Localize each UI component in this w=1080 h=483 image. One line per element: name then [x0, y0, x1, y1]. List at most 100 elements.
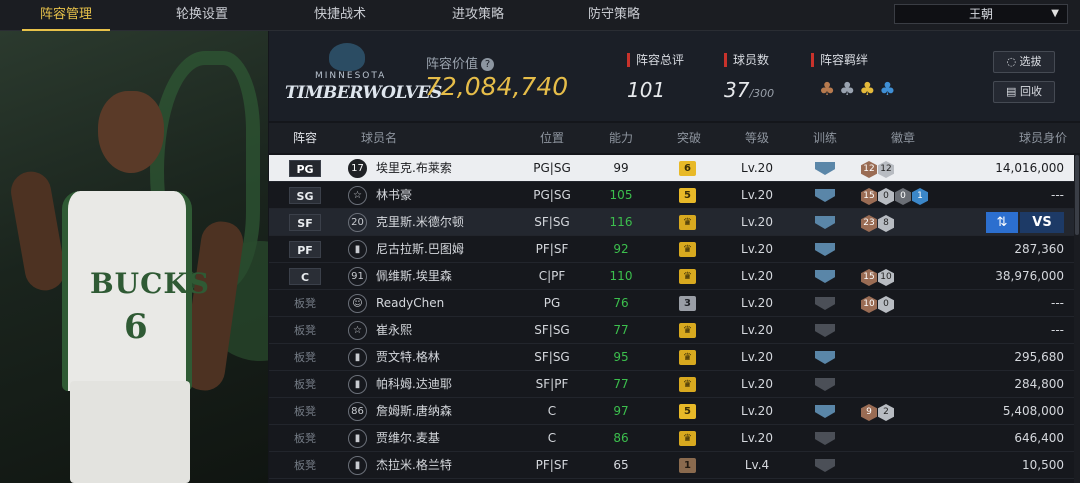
- lineup-slot[interactable]: 板凳: [289, 322, 321, 339]
- player-number-icon: ☆: [348, 186, 367, 205]
- lineup-slot[interactable]: 板凳: [289, 295, 321, 312]
- swap-button[interactable]: ⇅: [986, 212, 1018, 233]
- lineup-slot[interactable]: 板凳: [289, 457, 321, 474]
- player-number-icon: ☺: [348, 294, 367, 313]
- player-name[interactable]: 尼古拉斯.巴图姆: [376, 236, 464, 263]
- lineup-slot[interactable]: SF: [289, 214, 321, 231]
- player-name[interactable]: 贾维尔.麦基: [376, 425, 440, 452]
- player-name[interactable]: 克里斯.米德尔顿: [376, 209, 464, 236]
- player-name[interactable]: 贾文特.格林: [376, 344, 440, 371]
- training-icon[interactable]: [815, 351, 835, 364]
- col-lineup[interactable]: 阵容: [283, 123, 327, 153]
- lineup-slot[interactable]: 板凳: [289, 376, 321, 393]
- lineup-slot[interactable]: PG: [289, 160, 321, 177]
- scrollbar-thumb[interactable]: [1075, 155, 1079, 235]
- player-number-icon: ☆: [348, 321, 367, 340]
- table-row[interactable]: 板凳 ☆ 崔永熙 SF|SG 77 ♛ Lv.20 ---: [269, 317, 1080, 344]
- badge-list[interactable]: 23 8: [861, 214, 895, 232]
- select-button[interactable]: ◌ 选拔: [993, 51, 1055, 73]
- training-icon[interactable]: [815, 189, 835, 202]
- player-ability: 95: [613, 350, 629, 364]
- tab-defense[interactable]: 防守策略: [570, 0, 658, 31]
- training-icon[interactable]: [815, 243, 835, 256]
- table-row[interactable]: 板凳 ▮ 杰拉米.格兰特 PF|SF 65 1 Lv.4 10,500: [269, 452, 1080, 479]
- recycle-button-label: 回收: [1019, 85, 1042, 98]
- badge-list[interactable]: 10 0: [861, 295, 895, 313]
- lineup-slot[interactable]: PF: [289, 241, 321, 258]
- training-icon[interactable]: [815, 378, 835, 391]
- player-name[interactable]: 林书豪: [376, 182, 412, 209]
- training-icon[interactable]: [815, 297, 835, 310]
- badge-list[interactable]: 92: [861, 403, 895, 421]
- lineup-slot[interactable]: 板凳: [289, 430, 321, 447]
- table-row[interactable]: 板凳 ▮ 贾文特.格林 SF|SG 95 ♛ Lv.20 295,680: [269, 344, 1080, 371]
- lineup-slot[interactable]: SG: [289, 187, 321, 204]
- tab-offense[interactable]: 进攻策略: [434, 0, 522, 31]
- table-row[interactable]: 板凳 ▮ 贾维尔.麦基 C 86 ♛ Lv.20 646,400: [269, 425, 1080, 452]
- bond-blue-icon[interactable]: ♣: [879, 79, 895, 100]
- scrollbar[interactable]: [1074, 155, 1080, 483]
- recycle-button[interactable]: ▤ 回收: [993, 81, 1055, 103]
- table-row[interactable]: PF ▮ 尼古拉斯.巴图姆 PF|SF 92 ♛ Lv.20 287,360: [269, 236, 1080, 263]
- player-head: [98, 91, 164, 173]
- training-icon[interactable]: [815, 432, 835, 445]
- player-shorts: [70, 381, 190, 483]
- col-worth[interactable]: 球员身价: [987, 123, 1067, 153]
- vs-button[interactable]: VS: [1020, 212, 1064, 233]
- col-name[interactable]: 球员名: [349, 123, 409, 153]
- col-level[interactable]: 等级: [735, 123, 779, 153]
- breakthrough-badge: ♛: [679, 269, 696, 284]
- table-row[interactable]: SF 20 克里斯.米德尔顿 SF|SG 116 ♛ Lv.20 23 8 ⇅ VS: [269, 209, 1080, 236]
- training-icon[interactable]: [815, 324, 835, 337]
- badge-icon: 0: [878, 296, 894, 313]
- table-row[interactable]: SG ☆ 林书豪 PG|SG 105 5 Lv.20 15 0 0 1 ---: [269, 182, 1080, 209]
- player-name[interactable]: 帕科姆.达迪耶: [376, 371, 452, 398]
- jersey-number: 6: [124, 307, 148, 347]
- team-select[interactable]: 王朝 ▼: [894, 4, 1068, 24]
- table-row[interactable]: PG 17 埃里克.布莱索 PG|SG 99 6 Lv.20 12 12 14,016,000: [269, 155, 1080, 182]
- lineup-slot[interactable]: 板凳: [289, 349, 321, 366]
- lineup-slot[interactable]: C: [289, 268, 321, 285]
- tab-quick-tactics[interactable]: 快捷战术: [296, 0, 384, 31]
- badge-list[interactable]: 15 0 0 1: [861, 187, 929, 205]
- training-icon[interactable]: [815, 270, 835, 283]
- stat-bonds: 阵容羁绊: [811, 53, 868, 67]
- training-icon[interactable]: [815, 216, 835, 229]
- player-position: SF|SG: [534, 323, 570, 337]
- player-name[interactable]: 詹姆斯.唐纳森: [376, 398, 452, 425]
- training-icon[interactable]: [815, 162, 835, 175]
- help-icon[interactable]: ?: [481, 58, 495, 71]
- badge-list[interactable]: 12 12: [861, 160, 895, 178]
- player-name[interactable]: 崔永熙: [376, 317, 412, 344]
- table-row[interactable]: 板凳 ▮ 帕科姆.达迪耶 SF|PF 77 ♛ Lv.20 284,800: [269, 371, 1080, 398]
- training-icon[interactable]: [815, 459, 835, 472]
- player-number-icon: ▮: [348, 456, 367, 475]
- col-breakthrough[interactable]: 突破: [667, 123, 711, 153]
- tab-lineup[interactable]: 阵容管理: [22, 0, 110, 31]
- lineup-slot[interactable]: 板凳: [289, 403, 321, 420]
- breakthrough-badge: ♛: [679, 242, 696, 257]
- table-row[interactable]: C 91 佩维斯.埃里森 C|PF 110 ♛ Lv.20 15 10 38,976,000: [269, 263, 1080, 290]
- tab-rotation[interactable]: 轮换设置: [158, 0, 246, 31]
- team-logo-city: MINNESOTA: [315, 71, 387, 81]
- breakthrough-badge: ♛: [679, 215, 696, 230]
- table-row[interactable]: 板凳 ☺ ReadyChen PG 76 3 Lv.20 10 0 ---: [269, 290, 1080, 317]
- col-badges[interactable]: 徽章: [881, 123, 925, 153]
- badge-list[interactable]: 15 10: [861, 268, 895, 286]
- player-name[interactable]: 埃里克.布莱索: [376, 155, 452, 182]
- col-training[interactable]: 训练: [803, 123, 847, 153]
- player-name[interactable]: 杰拉米.格兰特: [376, 452, 452, 479]
- bond-gold-icon[interactable]: ♣: [859, 79, 875, 100]
- badge-icon: 15: [861, 269, 877, 286]
- player-number-icon: ▮: [348, 348, 367, 367]
- bond-silver-icon[interactable]: ♣: [839, 79, 855, 100]
- player-name[interactable]: 佩维斯.埃里森: [376, 263, 452, 290]
- player-arm-left: [7, 168, 69, 294]
- bond-bronze-icon[interactable]: ♣: [819, 79, 835, 100]
- player-name[interactable]: ReadyChen: [376, 290, 444, 317]
- table-row[interactable]: 板凳 86 詹姆斯.唐纳森 C 97 5 Lv.20 9 2 5,408,000: [269, 398, 1080, 425]
- bond-icons[interactable]: ♣ ♣ ♣ ♣: [819, 79, 900, 100]
- training-icon[interactable]: [815, 405, 835, 418]
- col-ability[interactable]: 能力: [599, 123, 643, 153]
- col-position[interactable]: 位置: [524, 123, 580, 153]
